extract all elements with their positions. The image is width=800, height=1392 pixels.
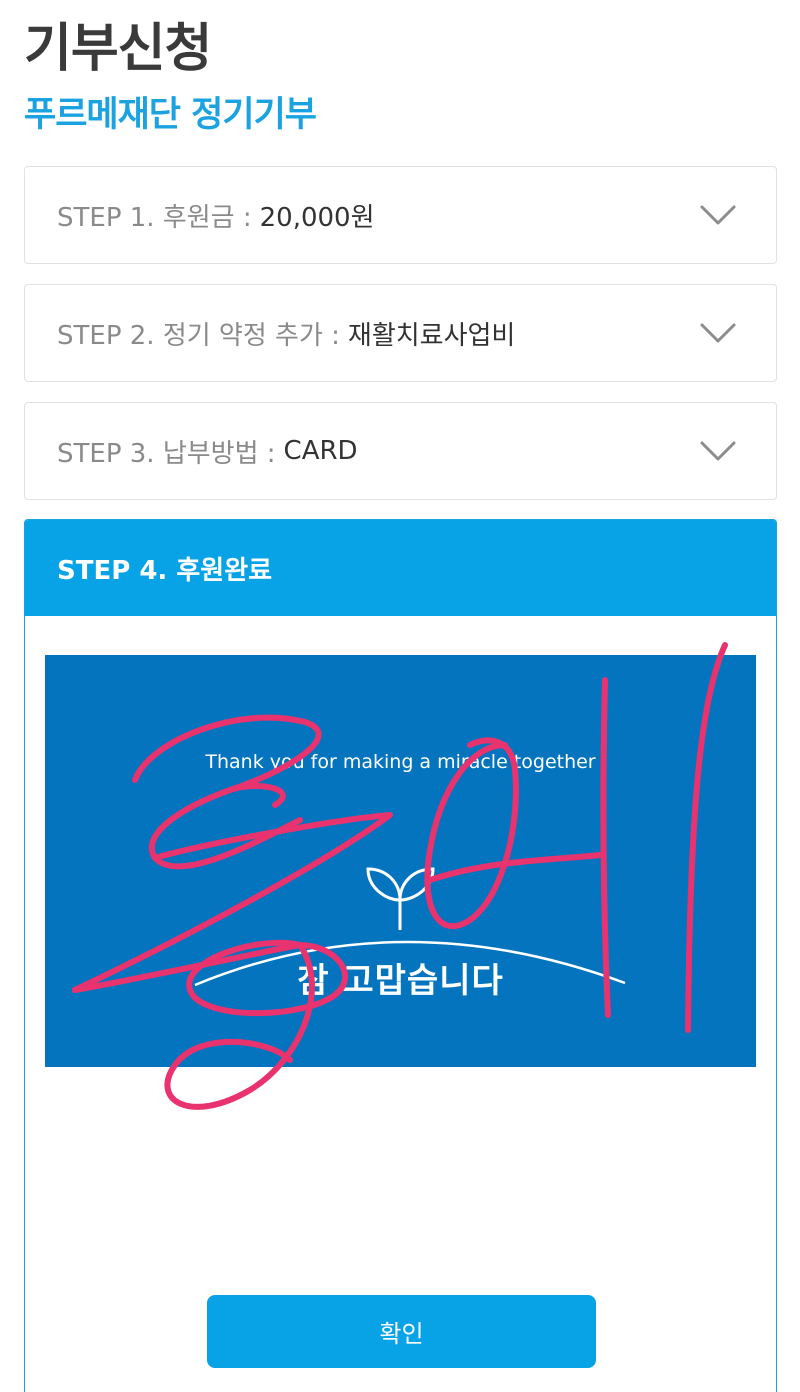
chevron-down-icon bbox=[700, 205, 736, 225]
thank-you-banner: Thank you for making a miracle together … bbox=[45, 655, 756, 1067]
banner-message: 참 고맙습니다 bbox=[297, 961, 504, 1001]
step-1-label: STEP 1. 후원금 : bbox=[57, 202, 252, 233]
step-1-accordion[interactable]: STEP 1. 후원금 : 20,000원 bbox=[24, 166, 777, 264]
chevron-down-icon bbox=[700, 323, 736, 343]
step-1-value: 20,000원 bbox=[259, 202, 375, 233]
step-4-header[interactable]: STEP 4. 후원완료 bbox=[25, 520, 776, 616]
sprout-hill-illustration bbox=[194, 867, 626, 987]
page-title: 기부신청 bbox=[24, 19, 212, 79]
confirm-button[interactable]: 확인 bbox=[207, 1295, 596, 1368]
donation-page: 기부신청 푸르메재단 정기기부 STEP 1. 후원금 : 20,000원 ST… bbox=[0, 0, 800, 1392]
step-4-panel: STEP 4. 후원완료 Thank you for making a mira… bbox=[24, 519, 777, 1392]
step-3-accordion[interactable]: STEP 3. 납부방법 : CARD bbox=[24, 402, 777, 500]
step-2-label: STEP 2. 정기 약정 추가 : bbox=[57, 320, 340, 351]
step-3-value: CARD bbox=[283, 436, 358, 466]
step-2-accordion[interactable]: STEP 2. 정기 약정 추가 : 재활치료사업비 bbox=[24, 284, 777, 382]
step-2-value: 재활치료사업비 bbox=[347, 320, 516, 351]
page-subtitle: 푸르메재단 정기기부 bbox=[24, 95, 317, 135]
chevron-down-icon bbox=[700, 441, 736, 461]
step-3-label: STEP 3. 납부방법 : bbox=[57, 438, 276, 469]
